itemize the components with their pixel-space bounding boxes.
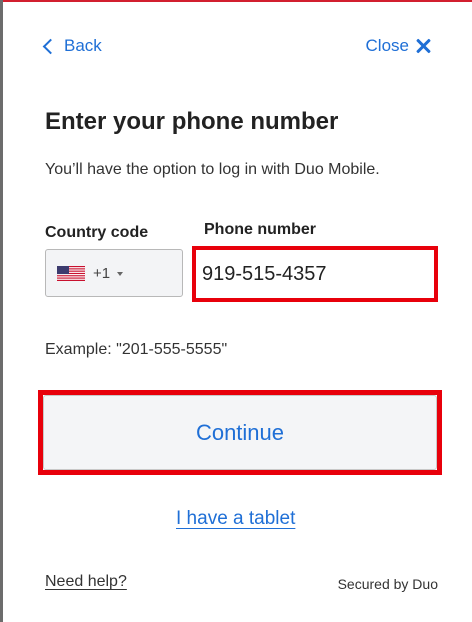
phone-number-label: Phone number (204, 221, 317, 238)
back-label: Back (64, 36, 102, 55)
page-subtitle: You’ll have the option to log in with Du… (45, 161, 380, 178)
close-icon (415, 38, 431, 54)
i-have-a-tablet-link[interactable]: I have a tablet (176, 508, 295, 530)
back-button[interactable]: Back (42, 36, 102, 56)
window-left-border (0, 0, 3, 622)
country-code-label: Country code (45, 224, 149, 241)
continue-button[interactable]: Continue (43, 395, 437, 470)
caret-down-icon (117, 271, 124, 276)
window-top-border (0, 0, 472, 2)
us-flag-icon (57, 265, 85, 281)
country-code-select[interactable]: +1 (45, 249, 183, 297)
chevron-left-icon (42, 38, 59, 55)
close-label: Close (365, 36, 409, 55)
phone-number-input[interactable] (196, 250, 434, 298)
need-help-link[interactable]: Need help? (45, 573, 127, 591)
page-title: Enter your phone number (45, 108, 339, 135)
dial-code: +1 (93, 264, 111, 282)
close-button[interactable]: Close (366, 36, 431, 56)
secured-by-duo-text: Secured by Duo (337, 576, 438, 592)
phone-example-text: Example: "201-555-5555" (45, 341, 228, 358)
